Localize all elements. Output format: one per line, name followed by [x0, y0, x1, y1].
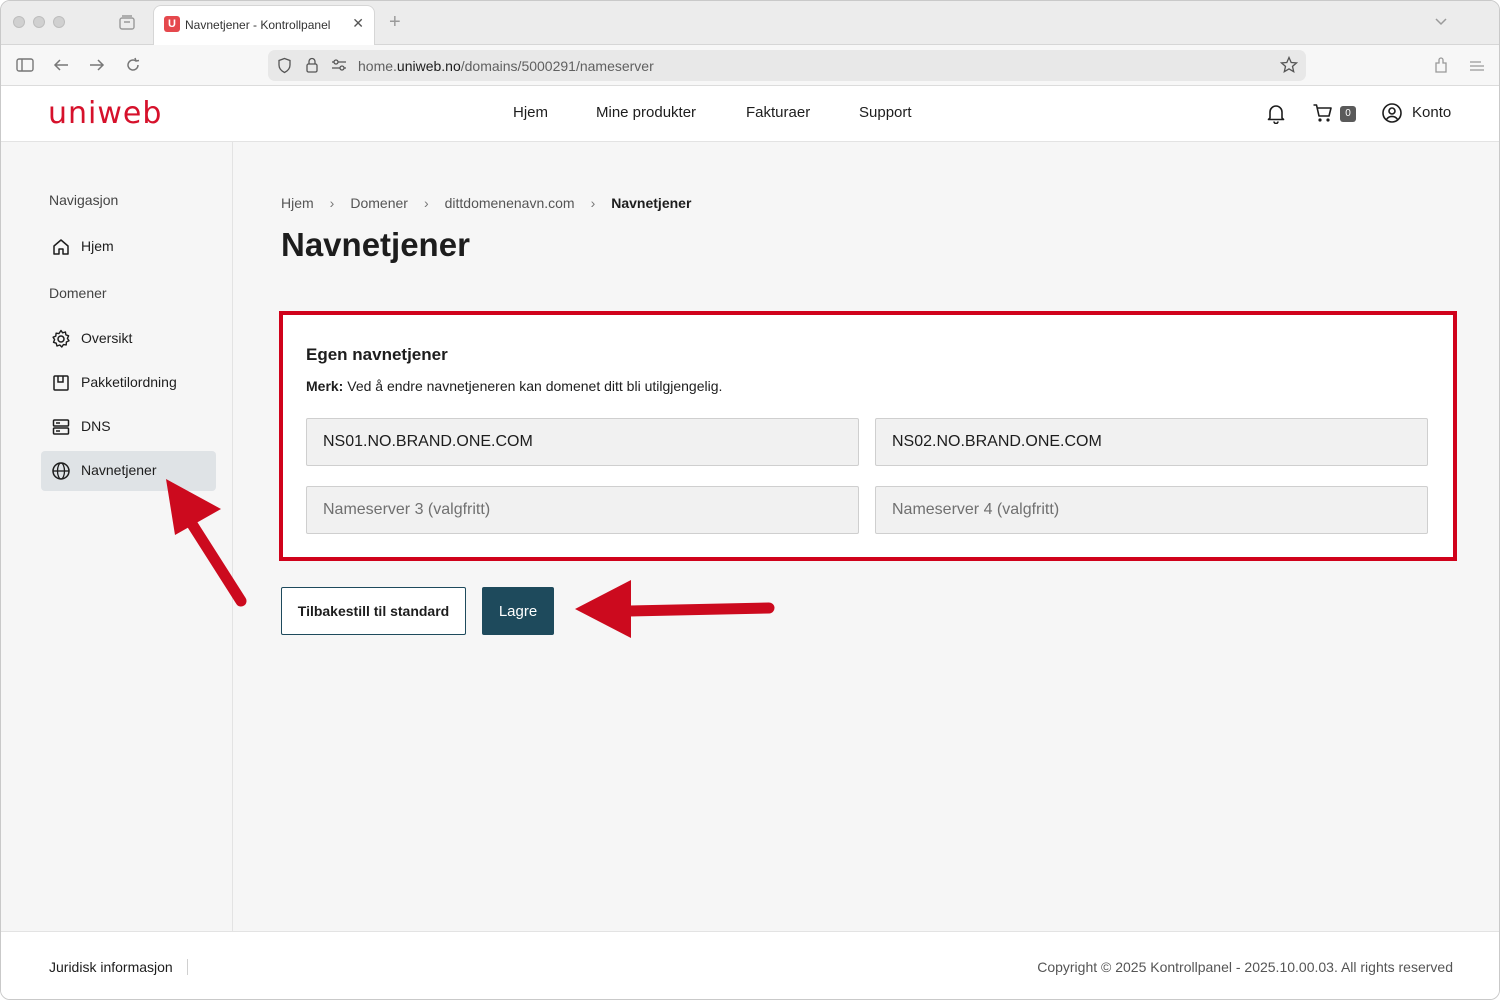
browser-toolbar: home.uniweb.no/domains/5000291/nameserve… [1, 45, 1499, 86]
nav-link-invoices[interactable]: Fakturaer [746, 104, 810, 121]
sidebar-heading-navigation: Navigasjon [49, 192, 119, 208]
nameserver-2-input[interactable] [875, 418, 1428, 466]
close-tab-icon[interactable]: ✕ [352, 15, 364, 32]
tab-overview-icon[interactable] [117, 13, 137, 33]
browser-tab[interactable]: U Navnetjener - Kontrollpanel ✕ [153, 5, 375, 45]
sidebar-heading-domains: Domener [49, 285, 107, 301]
breadcrumb-current: Navnetjener [611, 195, 692, 211]
extensions-icon[interactable] [1431, 55, 1451, 75]
globe-icon [52, 462, 70, 480]
save-button[interactable]: Lagre [482, 587, 554, 635]
sidebar-item-dns[interactable]: DNS [41, 407, 216, 447]
home-icon [53, 239, 69, 255]
new-tab-icon[interactable]: + [389, 11, 401, 34]
reload-icon[interactable] [123, 55, 143, 75]
lock-icon[interactable] [304, 56, 320, 74]
account-icon[interactable] [1381, 102, 1403, 124]
breadcrumb-domains[interactable]: Domener [350, 195, 408, 211]
favicon-icon: U [164, 16, 180, 32]
sidebar-item-label: Oversikt [81, 330, 133, 346]
sidebar-item-label: Hjem [81, 238, 114, 254]
zoom-window-button[interactable] [53, 16, 65, 28]
page-title: Navnetjener [281, 226, 470, 263]
card-title: Egen navnetjener [306, 345, 448, 364]
chevron-right-icon: › [590, 195, 596, 211]
note-text: Ved å endre navnetjeneren kan domenet di… [343, 378, 723, 394]
sidebar-item-label: DNS [81, 418, 111, 434]
menu-icon[interactable] [1467, 55, 1487, 75]
breadcrumb-home[interactable]: Hjem [281, 195, 314, 211]
url-text[interactable]: home.uniweb.no/domains/5000291/nameserve… [358, 58, 654, 74]
chevron-right-icon: › [423, 195, 429, 211]
sidebar-item-nameserver[interactable]: Navnetjener [41, 451, 216, 491]
site-settings-icon[interactable] [330, 58, 348, 72]
sidebar: Navigasjon Hjem Domener Oversikt Pakketi… [1, 142, 233, 931]
breadcrumb: Hjem › Domener › dittdomenenavn.com › Navnetje… [281, 195, 691, 211]
cart-icon[interactable] [1312, 102, 1334, 124]
url-host: uniweb.no [396, 58, 461, 74]
gear-icon [52, 329, 70, 348]
sidebar-item-package-assignment[interactable]: Pakketilordning [41, 363, 216, 403]
site-header: uniweb Hjem Mine produkter Fakturaer Sup… [1, 86, 1499, 142]
nav-link-home[interactable]: Hjem [513, 104, 548, 121]
site-footer: Juridisk informasjon Copyright © 2025 Ko… [1, 931, 1499, 999]
breadcrumb-domain[interactable]: dittdomenenavn.com [445, 195, 575, 211]
shield-icon[interactable] [276, 57, 293, 74]
warning-note: Merk: Ved å endre navnetjeneren kan dome… [306, 378, 722, 394]
address-bar[interactable]: home.uniweb.no/domains/5000291/nameserve… [268, 50, 1306, 81]
nav-link-support[interactable]: Support [859, 104, 912, 121]
cart-count-badge: 0 [1340, 106, 1356, 122]
server-icon [52, 419, 70, 435]
close-window-button[interactable] [13, 16, 25, 28]
sidebar-item-label: Navnetjener [81, 462, 157, 478]
minimize-window-button[interactable] [33, 16, 45, 28]
package-icon [53, 375, 69, 391]
legal-info-link[interactable]: Juridisk informasjon [49, 959, 188, 975]
bell-icon[interactable] [1265, 102, 1287, 124]
sidebar-item-overview[interactable]: Oversikt [41, 319, 216, 359]
url-prefix: home. [358, 58, 397, 74]
reset-default-button[interactable]: Tilbakestill til standard [281, 587, 466, 635]
forward-icon[interactable] [87, 55, 107, 75]
chevron-right-icon: › [329, 195, 335, 211]
nameserver-card: Egen navnetjener Merk: Ved å endre navne… [279, 311, 1457, 561]
nameserver-3-input[interactable] [306, 486, 859, 534]
browser-tab-bar: U Navnetjener - Kontrollpanel ✕ + [1, 1, 1499, 45]
note-label: Merk: [306, 378, 344, 394]
nameserver-1-input[interactable] [306, 418, 859, 466]
nameserver-4-input[interactable] [875, 486, 1428, 534]
chevron-down-icon[interactable] [1433, 13, 1449, 29]
sidebar-item-label: Pakketilordning [81, 374, 177, 390]
nav-link-products[interactable]: Mine produkter [596, 104, 696, 121]
uniweb-logo[interactable]: uniweb [48, 96, 162, 131]
sidebar-toggle-icon[interactable] [15, 55, 35, 75]
browser-window: U Navnetjener - Kontrollpanel ✕ + home.u… [0, 0, 1500, 1000]
tab-title: Navnetjener - Kontrollpanel [185, 18, 331, 32]
copyright-text: Copyright © 2025 Kontrollpanel - 2025.10… [1037, 959, 1453, 975]
account-link[interactable]: Konto [1412, 104, 1451, 121]
url-path: /domains/5000291/nameserver [460, 58, 654, 74]
sidebar-item-home[interactable]: Hjem [41, 227, 216, 267]
main-content: Hjem › Domener › dittdomenenavn.com › Navnetje… [233, 142, 1499, 931]
bookmark-star-icon[interactable] [1280, 56, 1298, 74]
back-icon[interactable] [51, 55, 71, 75]
